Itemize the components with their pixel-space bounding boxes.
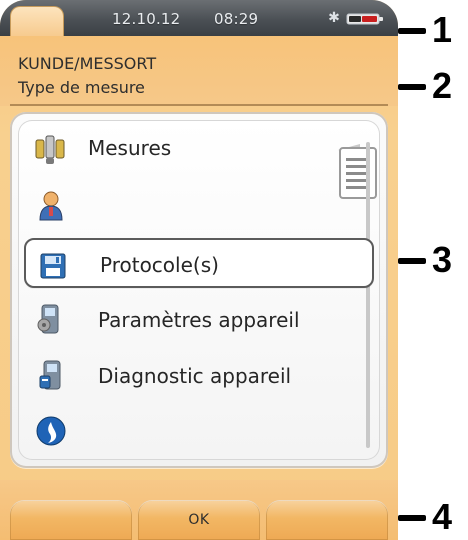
instrument-screen-annotated: 12.10.12 08:29 ✱ KUNDE/MESSORT Type de m… bbox=[0, 0, 468, 540]
battery-icon bbox=[346, 13, 383, 25]
menu-item-protocoles[interactable]: Protocole(s) bbox=[24, 238, 374, 288]
softkey-right[interactable] bbox=[266, 500, 388, 540]
measurement-type-title: Type de mesure bbox=[18, 78, 145, 97]
menu-item-info[interactable] bbox=[24, 406, 374, 456]
menu-item-label: Diagnostic appareil bbox=[98, 364, 292, 388]
status-bar: 12.10.12 08:29 ✱ bbox=[0, 0, 398, 39]
callout-line bbox=[398, 28, 426, 34]
callout-line bbox=[398, 84, 426, 90]
softkey-ok-label: OK bbox=[188, 512, 210, 528]
menu-panel: Mesures Protocole(s) Paramètres appareil… bbox=[10, 112, 388, 468]
menu-panel-inner: Mesures Protocole(s) Paramètres appareil… bbox=[18, 120, 380, 460]
info-icon bbox=[36, 416, 66, 446]
menu-item-user[interactable] bbox=[24, 180, 374, 230]
softkey-left[interactable] bbox=[10, 500, 132, 540]
softkey-ok[interactable]: OK bbox=[138, 500, 260, 540]
status-time: 08:29 bbox=[214, 10, 259, 28]
title-divider bbox=[10, 104, 388, 106]
callout-1: 1 bbox=[398, 10, 468, 50]
menu-item-label: Protocole(s) bbox=[100, 253, 219, 277]
bluetooth-icon: ✱ bbox=[328, 10, 340, 26]
location-title: KUNDE/MESSORT bbox=[18, 54, 157, 73]
device-diagnostics-icon bbox=[39, 360, 61, 390]
measurement-probe-icon bbox=[35, 135, 65, 164]
menu-item-device-diagnostics[interactable]: Diagnostic appareil bbox=[24, 350, 374, 400]
callout-number: 4 bbox=[432, 496, 453, 537]
callout-number: 2 bbox=[432, 65, 453, 106]
callout-4: 4 bbox=[398, 497, 468, 537]
menu-item-device-settings[interactable]: Paramètres appareil bbox=[24, 294, 374, 344]
menu-item-label: Paramètres appareil bbox=[98, 308, 300, 332]
callout-number: 3 bbox=[432, 239, 453, 280]
device-settings-icon bbox=[37, 304, 59, 334]
screen-title-area: KUNDE/MESSORT Type de mesure bbox=[0, 36, 398, 106]
softkey-bar: OK bbox=[0, 480, 398, 540]
menu-item-mesures[interactable]: Mesures bbox=[24, 124, 374, 174]
device-screen: 12.10.12 08:29 ✱ KUNDE/MESSORT Type de m… bbox=[0, 0, 398, 540]
callout-line bbox=[398, 258, 426, 264]
callout-3: 3 bbox=[398, 240, 468, 280]
user-icon bbox=[39, 191, 63, 221]
floppy-disk-icon bbox=[40, 253, 66, 279]
status-date: 12.10.12 bbox=[112, 10, 181, 28]
callout-number: 1 bbox=[432, 9, 453, 50]
callout-2: 2 bbox=[398, 66, 468, 106]
callout-line bbox=[398, 515, 426, 521]
status-tab bbox=[10, 6, 64, 39]
menu-item-label: Mesures bbox=[88, 136, 172, 160]
